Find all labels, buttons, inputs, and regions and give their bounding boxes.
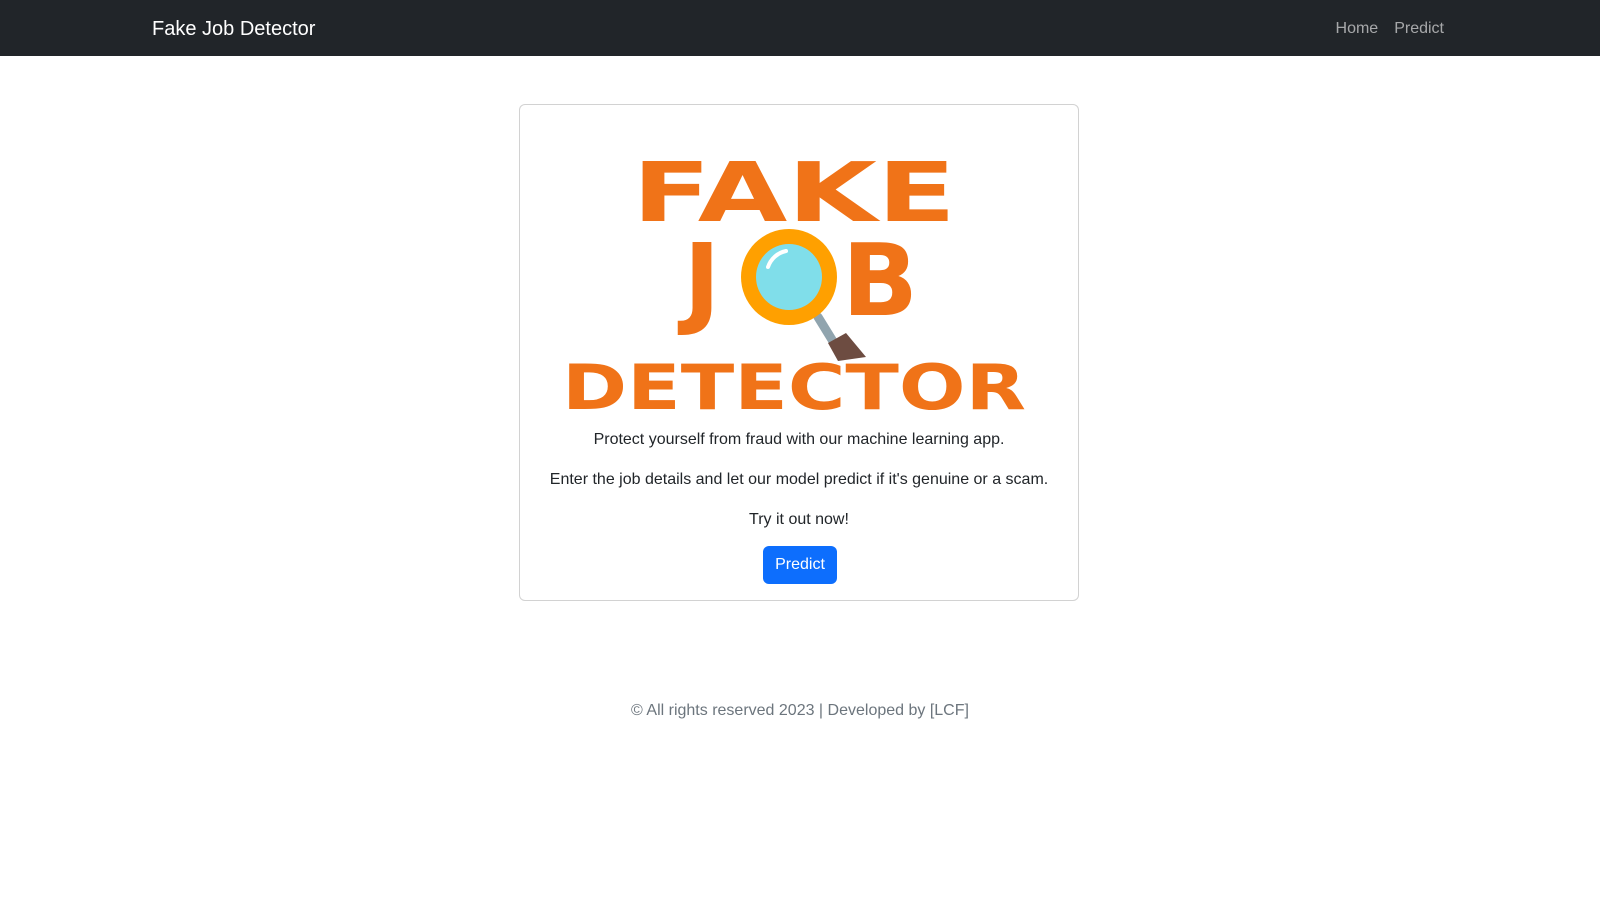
intro-text-protect: Protect yourself from fraud with our mac… [593, 431, 1005, 448]
intro-text-enter-details: Enter the job details and let our model … [549, 471, 1049, 488]
intro-text-try-now: Try it out now! [749, 511, 849, 528]
nav-link-predict[interactable]: Predict [1394, 18, 1444, 40]
logo-letter-j: J [677, 222, 720, 339]
logo-word-detector: DETECTOR [562, 351, 1026, 419]
intro-card: FAKE J B DETECTOR Protect yourself from … [519, 104, 1079, 601]
footer-copyright: © All rights reserved 2023 | Developed b… [631, 702, 969, 719]
navbar-brand[interactable]: Fake Job Detector [152, 16, 315, 42]
nav-link-home[interactable]: Home [1336, 18, 1379, 40]
top-navbar: Fake Job Detector Home Predict [0, 0, 1600, 56]
nav-links: Home Predict [1336, 18, 1444, 40]
predict-button[interactable]: Predict [763, 546, 837, 584]
fake-job-detector-logo: FAKE J B DETECTOR [562, 146, 1026, 419]
logo-letter-b: B [842, 222, 918, 339]
